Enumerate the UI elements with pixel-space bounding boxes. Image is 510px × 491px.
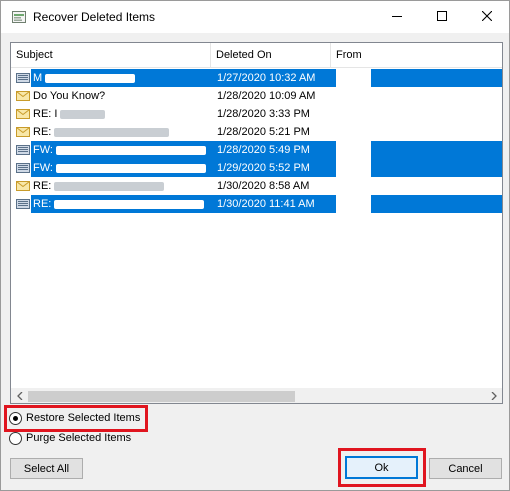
row-subject: Do You Know? — [33, 87, 208, 105]
window-title: Recover Deleted Items — [33, 10, 156, 24]
redaction-mark — [55, 145, 206, 155]
row-selection-highlight — [371, 159, 502, 177]
row-deleted-on: 1/27/2020 10:32 AM — [217, 72, 316, 84]
row-subject: RE: I — [33, 105, 208, 123]
column-header-from[interactable]: From — [331, 43, 502, 68]
chevron-left-icon — [16, 391, 23, 403]
redaction-mark — [54, 181, 165, 191]
scrollbar-thumb[interactable] — [28, 391, 295, 402]
row-subject: RE: — [33, 123, 208, 141]
row-deleted-on: 1/30/2020 11:41 AM — [217, 198, 315, 210]
table-row[interactable]: Do You Know? 1/28/2020 10:09 AM — [11, 87, 502, 105]
restore-selected-items-label: Restore Selected Items — [26, 412, 141, 424]
close-button[interactable] — [464, 1, 509, 33]
table-row[interactable]: RE: I 1/28/2020 3:33 PM — [11, 105, 502, 123]
table-row[interactable]: RE: 1/28/2020 5:21 PM — [11, 123, 502, 141]
column-header-subject[interactable]: Subject — [11, 43, 211, 68]
purge-selected-items-radio[interactable]: Purge Selected Items — [9, 430, 131, 446]
maximize-button[interactable] — [419, 1, 464, 33]
list-header: Subject Deleted On From — [11, 43, 502, 68]
deleted-items-list[interactable]: Subject Deleted On From M 1/27/2020 10:32… — [10, 42, 503, 404]
row-deleted-on: 1/28/2020 5:49 PM — [217, 144, 310, 156]
recover-items-icon — [11, 9, 27, 25]
maximize-icon — [436, 10, 447, 24]
redaction-mark — [54, 127, 170, 137]
row-subject-text: RE: — [33, 126, 52, 138]
row-subject: FW: — [33, 141, 208, 159]
chevron-right-icon — [491, 391, 497, 403]
row-subject-text: M — [33, 72, 43, 84]
redaction-mark — [60, 109, 106, 119]
envelope-selected-icon — [16, 145, 30, 155]
table-row[interactable]: RE: 1/30/2020 11:41 AM — [11, 195, 502, 213]
envelope-icon — [16, 181, 30, 191]
radio-button-checked[interactable] — [9, 411, 22, 425]
row-deleted-on: 1/30/2020 8:58 AM — [217, 180, 310, 192]
restore-selected-items-radio[interactable]: Restore Selected Items — [9, 410, 140, 426]
redaction-mark — [45, 73, 136, 83]
envelope-icon — [16, 109, 30, 119]
table-row[interactable]: RE: 1/30/2020 8:58 AM — [11, 177, 502, 195]
row-selection-gap — [336, 159, 371, 177]
list-rows: M 1/27/2020 10:32 AM Do You Know? 1/28/2020… — [11, 69, 502, 213]
select-all-button[interactable]: Select All — [10, 458, 83, 479]
minimize-icon — [391, 11, 402, 24]
horizontal-scrollbar[interactable] — [11, 388, 502, 403]
envelope-selected-icon — [16, 199, 30, 209]
row-subject-text: RE: — [33, 180, 52, 192]
row-subject-text: FW: — [33, 162, 53, 174]
minimize-button[interactable] — [374, 1, 419, 33]
scroll-left-button[interactable] — [11, 389, 28, 403]
table-row[interactable]: FW: 1/28/2020 5:49 PM — [11, 141, 502, 159]
row-subject: RE: — [33, 195, 208, 213]
row-subject-text: FW: — [33, 144, 53, 156]
row-subject-text: RE: — [33, 198, 52, 210]
title-bar: Recover Deleted Items — [1, 1, 509, 33]
row-subject: RE: — [33, 177, 208, 195]
table-row[interactable]: FW: 1/29/2020 5:52 PM — [11, 159, 502, 177]
row-selection-gap — [336, 195, 371, 213]
row-selection-gap — [336, 141, 371, 159]
row-deleted-on: 1/28/2020 5:21 PM — [217, 126, 310, 138]
cancel-button[interactable]: Cancel — [429, 458, 502, 479]
row-selection-highlight — [371, 141, 502, 159]
envelope-selected-icon — [16, 163, 30, 173]
table-row[interactable]: M 1/27/2020 10:32 AM — [11, 69, 502, 87]
envelope-icon — [16, 127, 30, 137]
close-icon — [481, 10, 492, 24]
row-subject-text: RE: I — [33, 108, 58, 120]
scroll-right-button[interactable] — [485, 389, 502, 403]
purge-selected-items-label: Purge Selected Items — [26, 432, 132, 444]
redaction-mark — [55, 163, 206, 173]
row-selection-highlight — [371, 69, 502, 87]
redaction-mark — [54, 199, 205, 209]
row-subject-text: Do You Know? — [33, 90, 106, 102]
row-selection-highlight — [371, 195, 502, 213]
radio-button-unchecked[interactable] — [9, 431, 22, 445]
column-header-deleted-on[interactable]: Deleted On — [211, 43, 331, 68]
envelope-icon — [16, 91, 30, 101]
envelope-selected-icon — [16, 73, 30, 83]
row-selection-gap — [336, 69, 371, 87]
row-deleted-on: 1/28/2020 10:09 AM — [217, 90, 316, 102]
row-deleted-on: 1/29/2020 5:52 PM — [217, 162, 310, 174]
row-subject: M — [33, 69, 208, 87]
row-deleted-on: 1/28/2020 3:33 PM — [217, 108, 310, 120]
recover-deleted-items-dialog: Recover Deleted Items Subject Deleted On… — [0, 0, 510, 491]
row-subject: FW: — [33, 159, 208, 177]
ok-button[interactable]: Ok — [345, 456, 418, 479]
